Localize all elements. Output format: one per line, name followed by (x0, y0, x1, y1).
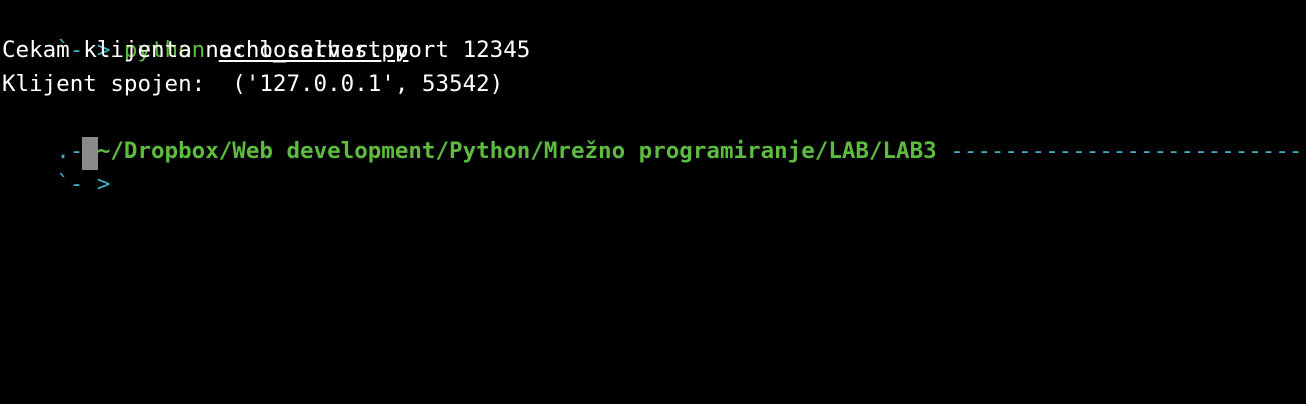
terminal-window[interactable]: `- > python echo_server.py Cekam klijent… (0, 0, 1306, 404)
text-cursor (82, 137, 98, 170)
path-separator: --------------------------- (936, 138, 1306, 164)
output-line-waiting: Cekam klijenta na: localhost port 12345 (2, 37, 531, 63)
input-prompt-line[interactable]: `- > (2, 136, 124, 197)
path-line: .- ~/Dropbox/Web development/Python/Mrež… (2, 103, 1306, 164)
command-line: `- > python echo_server.py (2, 2, 408, 63)
output-line-connected: Klijent spojen: ('127.0.0.1', 53542) (2, 71, 504, 97)
current-path: ~/Dropbox/Web development/Python/Mrežno … (96, 138, 937, 164)
prompt-symbol: `- > (56, 171, 124, 197)
